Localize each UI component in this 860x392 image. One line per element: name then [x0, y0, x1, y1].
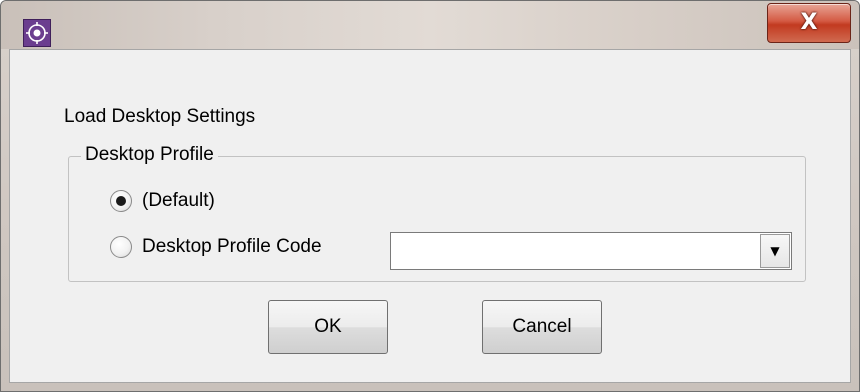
chevron-down-icon: ▼: [770, 244, 780, 258]
radio-selected-dot: [116, 196, 126, 206]
cancel-button[interactable]: Cancel: [482, 300, 602, 354]
app-icon: [23, 19, 51, 47]
dialog-heading: Load Desktop Settings: [64, 106, 256, 127]
profile-code-dropdown[interactable]: ▼: [390, 232, 792, 270]
dropdown-button[interactable]: ▼: [760, 234, 790, 268]
close-icon: X: [800, 10, 818, 35]
ok-button[interactable]: OK: [268, 300, 388, 354]
radio-default-label[interactable]: (Default): [142, 190, 215, 212]
radio-default[interactable]: [110, 190, 132, 212]
group-legend: Desktop Profile: [81, 144, 218, 166]
dialog-window: X Load Desktop Settings Desktop Profile …: [0, 0, 860, 392]
radio-desktop-profile-code[interactable]: [110, 236, 132, 258]
app-icon-graphic: [26, 22, 48, 44]
profile-code-value: [397, 233, 757, 269]
radio-desktop-profile-code-label[interactable]: Desktop Profile Code: [142, 236, 322, 258]
close-button[interactable]: X: [767, 3, 851, 43]
title-bar[interactable]: X: [1, 1, 859, 49]
dialog-client-area: Load Desktop Settings Desktop Profile (D…: [9, 49, 851, 383]
